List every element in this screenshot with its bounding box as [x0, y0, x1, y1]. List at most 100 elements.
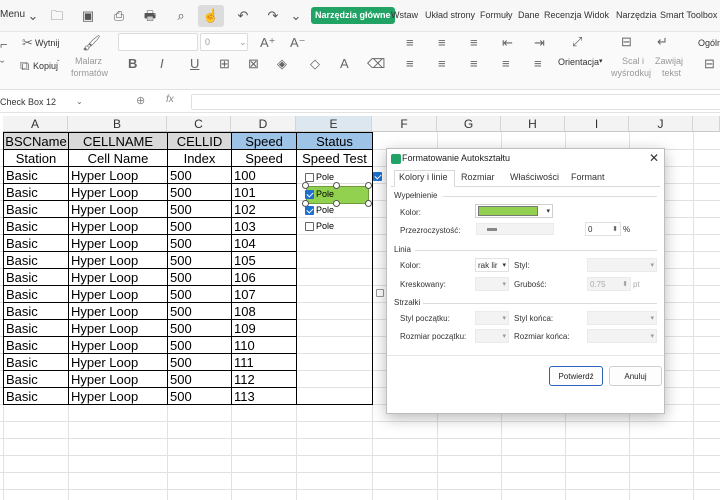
line-style-select[interactable]: ▾ [587, 258, 657, 272]
merge-center-icon[interactable]: ⊟ [621, 34, 632, 50]
increase-font-icon[interactable]: A⁺ [260, 35, 276, 51]
table-cell[interactable]: 500 [170, 320, 230, 337]
chevron-down-icon[interactable]: ˇ [0, 58, 4, 73]
table-cell[interactable]: 500 [170, 337, 230, 354]
distribute-icon[interactable]: ≡ [534, 56, 542, 71]
table-cell[interactable]: 500 [170, 184, 230, 201]
column-header-b[interactable]: B [68, 116, 167, 132]
align-right-icon[interactable]: ≡ [470, 56, 478, 71]
tab-smart-toolbox[interactable]: Smart Toolbox [660, 10, 717, 20]
table-cell[interactable]: 104 [234, 235, 294, 252]
table-cell[interactable]: Hyper Loop [71, 303, 165, 320]
checkbox-3[interactable] [305, 206, 314, 215]
header-cell[interactable]: Speed [232, 150, 296, 167]
column-header-c[interactable]: C [167, 116, 231, 132]
table-cell[interactable]: Basic [6, 337, 66, 354]
checkbox-1[interactable] [305, 173, 314, 182]
table-cell[interactable]: 107 [234, 286, 294, 303]
end-style-select[interactable]: ▾ [587, 311, 657, 325]
table-cell[interactable]: 500 [170, 303, 230, 320]
table-cell[interactable]: Basic [6, 303, 66, 320]
bold-icon[interactable]: B [128, 56, 137, 71]
column-header-i[interactable]: I [565, 116, 629, 132]
table-cell[interactable]: Basic [6, 201, 66, 218]
wrap-label-1[interactable]: Zawijaj [655, 56, 683, 66]
zoom-icon[interactable]: ⊕ [136, 94, 145, 107]
weight-input[interactable]: 0.75 ⬍ [587, 277, 631, 291]
table-cell[interactable]: 500 [170, 269, 230, 286]
table-cell[interactable]: Hyper Loop [71, 371, 165, 388]
hand-pointer-icon[interactable]: ☝ [198, 5, 224, 27]
fill-color-icon[interactable]: ◈ [277, 56, 287, 72]
tab-tools[interactable]: Narzędzia [616, 10, 657, 20]
chevron-down-icon[interactable]: ˇ [57, 59, 60, 68]
table-cell[interactable]: Hyper Loop [71, 354, 165, 371]
fx-label[interactable]: fx [166, 94, 174, 105]
tab-colors-lines[interactable]: Kolory i linie [399, 172, 448, 182]
wrap-text-icon[interactable]: ↵ [657, 34, 668, 50]
align-middle-icon[interactable]: ≡ [438, 35, 446, 50]
open-folder-icon[interactable]: 🗀 [48, 7, 66, 25]
table-cell[interactable]: Hyper Loop [71, 235, 165, 252]
table-cell[interactable]: Basic [6, 354, 66, 371]
font-color-icon[interactable]: A [340, 56, 349, 71]
save-icon[interactable]: ▣ [79, 7, 97, 25]
table-cell[interactable]: Basic [6, 371, 66, 388]
copy-button[interactable]: Kopiuj [33, 61, 58, 71]
chevron-down-icon[interactable]: ▾ [599, 57, 603, 65]
wrap-label-2[interactable]: tekst [662, 68, 681, 78]
column-header-k[interactable] [693, 116, 720, 132]
fill-color-select[interactable]: ▾ [475, 204, 553, 218]
column-header-j[interactable]: J [629, 116, 693, 132]
borders-icon[interactable]: ⊞ [219, 56, 230, 72]
table-cell[interactable]: 111 [234, 354, 294, 371]
justify-icon[interactable]: ≡ [502, 56, 510, 71]
slider-thumb[interactable] [487, 228, 497, 231]
underline-icon[interactable]: U [190, 56, 199, 71]
chevron-down-icon[interactable]: ⌄ [76, 94, 83, 110]
table-cell[interactable]: 101 [234, 184, 294, 201]
font-name-combo[interactable] [118, 33, 198, 51]
cut-button[interactable]: Wytnij [35, 38, 59, 48]
table-cell[interactable]: Basic [6, 286, 66, 303]
copy-icon[interactable]: ⧉ [20, 58, 29, 74]
table-cell[interactable]: 106 [234, 269, 294, 286]
print-preview-icon[interactable]: ⌕ [172, 7, 190, 25]
tab-size[interactable]: Rozmiar [461, 172, 495, 182]
table-cell[interactable]: 500 [170, 167, 230, 184]
resize-handle[interactable] [333, 182, 340, 189]
orientation-icon[interactable]: ⤢ [572, 34, 582, 50]
checkbox-partial[interactable] [376, 289, 384, 297]
export-icon[interactable]: ⎙ [110, 7, 128, 25]
table-cell[interactable]: Hyper Loop [71, 252, 165, 269]
table-cell[interactable]: 109 [234, 320, 294, 337]
begin-style-select[interactable]: ▾ [475, 311, 509, 325]
column-header-e[interactable]: E [296, 116, 372, 132]
align-top-icon[interactable]: ≡ [406, 35, 414, 50]
table-cell[interactable]: Basic [6, 167, 66, 184]
align-center-icon[interactable]: ≡ [438, 56, 446, 71]
header-cell[interactable]: BSCName [4, 133, 68, 150]
header-cell[interactable]: Status [297, 133, 372, 150]
table-cell[interactable]: Hyper Loop [71, 201, 165, 218]
redo-icon[interactable]: ↷ [264, 7, 282, 25]
tab-home[interactable]: Narzędzia główne [311, 7, 395, 24]
header-cell[interactable]: Index [168, 150, 231, 167]
name-box[interactable]: Check Box 12 [0, 94, 84, 110]
number-format-combo[interactable]: Ogóln [698, 38, 720, 48]
resize-handle[interactable] [302, 182, 309, 189]
table-cell[interactable]: Hyper Loop [71, 167, 165, 184]
indent-right-icon[interactable]: ⇥ [534, 35, 545, 51]
dashed-select[interactable]: ▾ [475, 277, 509, 291]
dialog-titlebar[interactable]: Formatowanie Autokształtu ✕ [387, 149, 664, 169]
format-painter-label-1[interactable]: Malarz [75, 56, 102, 66]
merge-cells-icon[interactable]: ⊠ [248, 56, 259, 72]
chevron-down-icon[interactable]: ⌄ [24, 7, 42, 25]
checkbox-2[interactable] [305, 190, 314, 199]
table-cell[interactable]: 108 [234, 303, 294, 320]
tab-insert[interactable]: Wstaw [391, 10, 418, 20]
cancel-button[interactable]: Anuluj [609, 366, 662, 386]
column-header-f[interactable]: F [372, 116, 437, 132]
resize-handle[interactable] [365, 200, 372, 207]
confirm-button[interactable]: Potwierdź [549, 366, 603, 386]
